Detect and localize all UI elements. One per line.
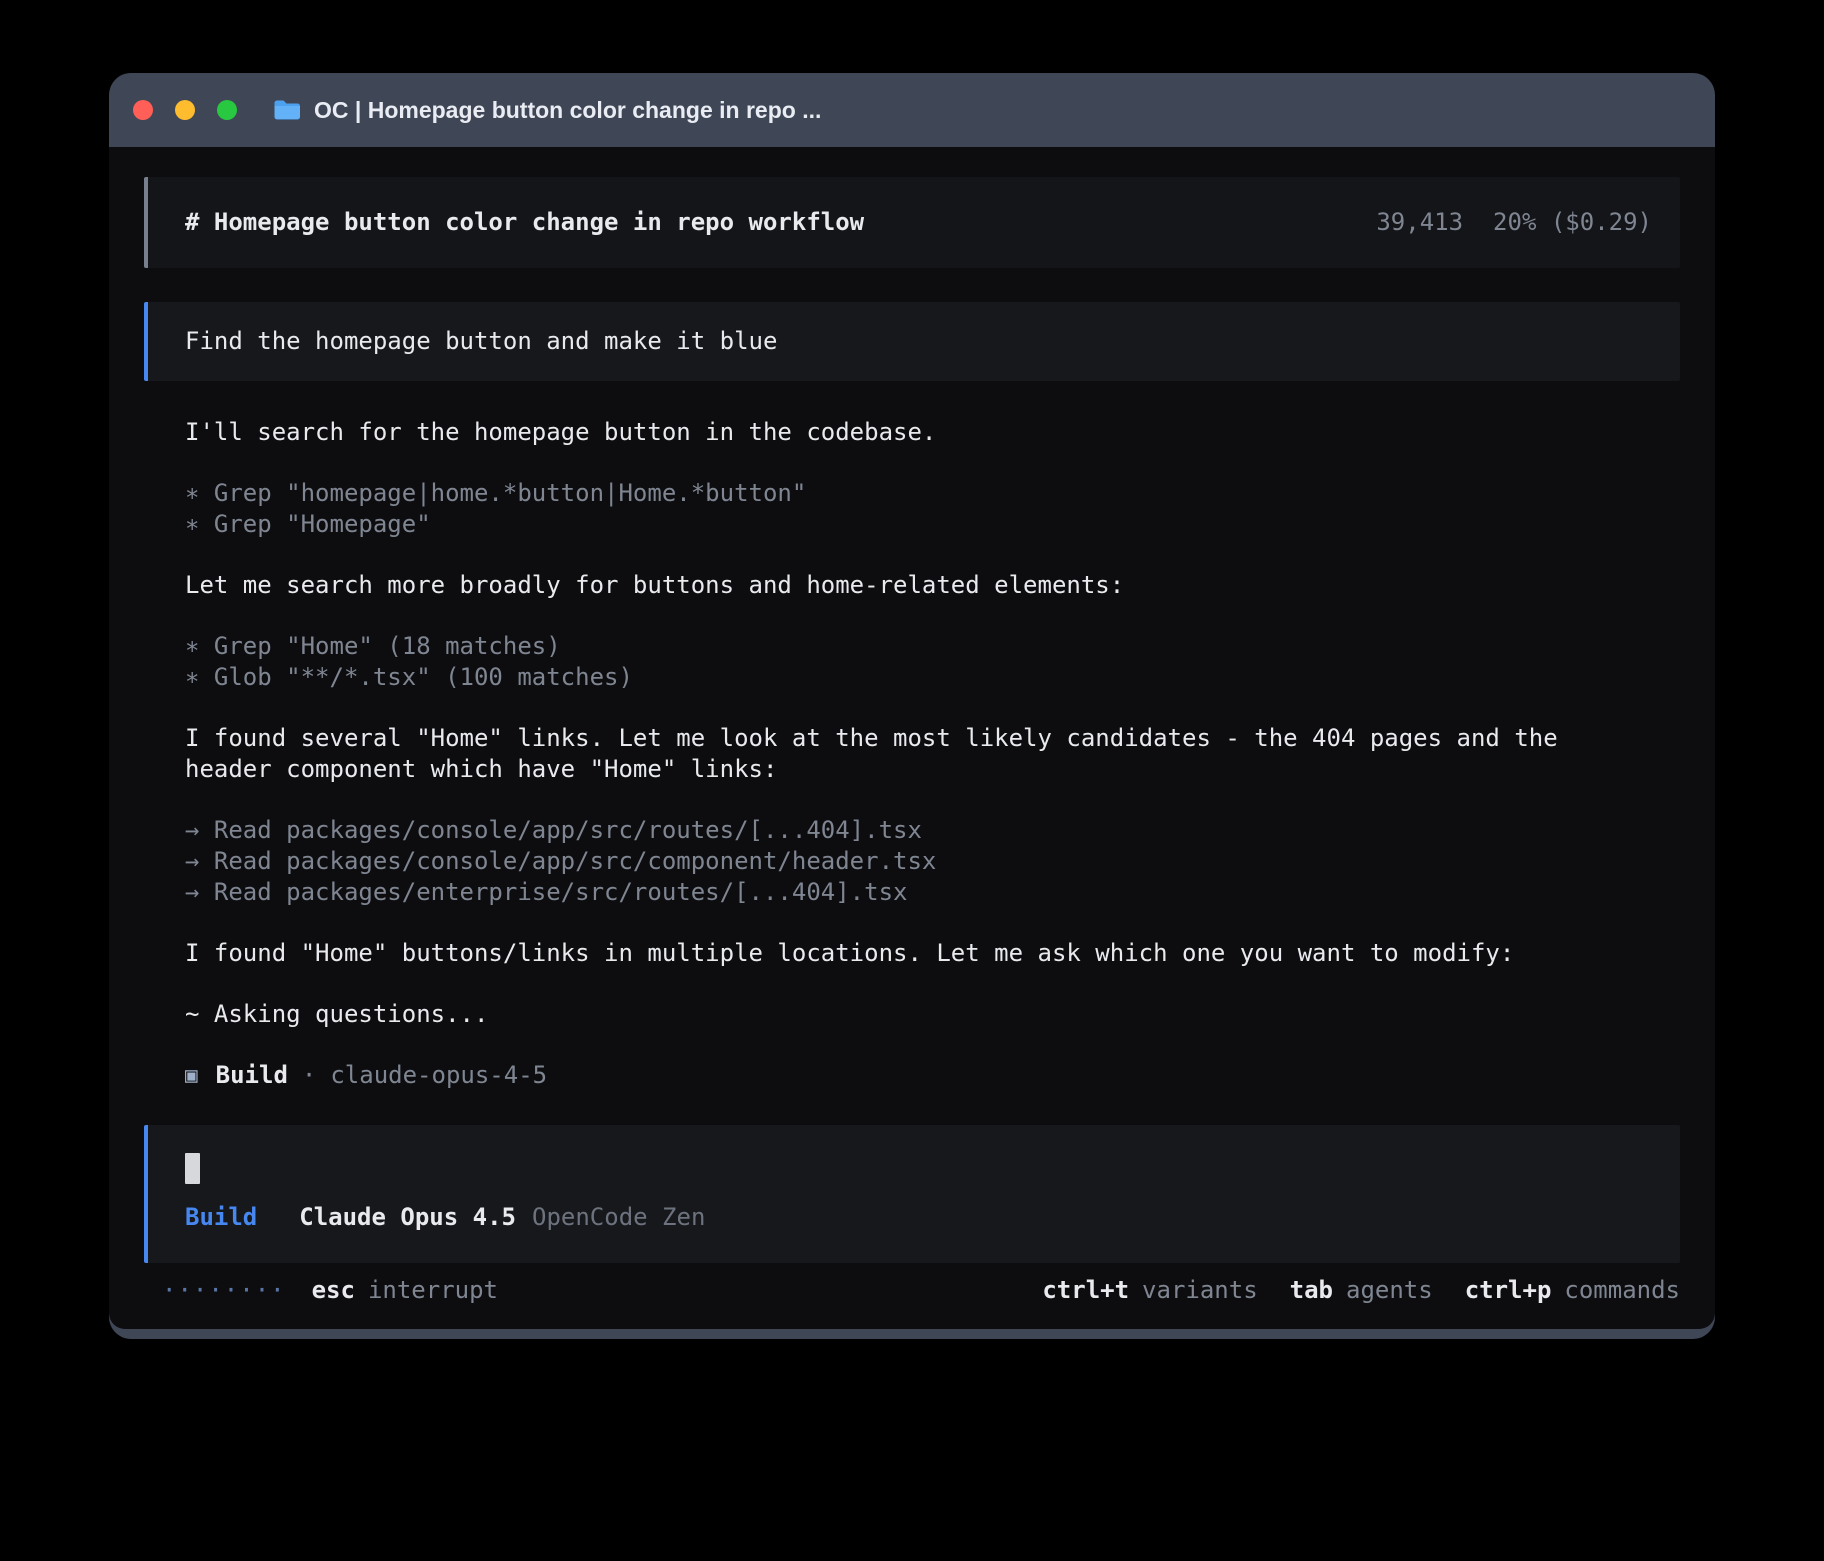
assistant-status-text: ~ Asking questions... [185, 999, 1615, 1030]
agent-indicator: ▣ Build · claude-opus-4-5 [185, 1060, 1680, 1091]
status-bar: ········ esc interrupt ctrl+t variants t… [144, 1275, 1680, 1306]
close-button[interactable] [133, 100, 153, 120]
tool-call-group: ∗ Grep "Home" (18 matches) ∗ Glob "**/*.… [185, 631, 1680, 693]
folder-icon [273, 99, 300, 121]
esc-key-hint: esc [312, 1275, 355, 1306]
tool-call-line: ∗ Grep "homepage|home.*button|Home.*butt… [185, 478, 1680, 509]
assistant-text: I'll search for the homepage button in t… [185, 417, 1615, 448]
session-header: # Homepage button color change in repo w… [144, 177, 1680, 268]
input-meta-row: Build Claude Opus 4.5 OpenCode Zen [185, 1202, 1643, 1233]
tool-call-group: ∗ Grep "homepage|home.*button|Home.*butt… [185, 478, 1680, 540]
tool-call-line: ∗ Glob "**/*.tsx" (100 matches) [185, 662, 1680, 693]
zoom-button[interactable] [217, 100, 237, 120]
shortcut-label: agents [1346, 1275, 1433, 1306]
tool-call-line: ∗ Grep "Homepage" [185, 509, 1680, 540]
user-message: Find the homepage button and make it blu… [144, 302, 1680, 381]
assistant-text: Let me search more broadly for buttons a… [185, 570, 1615, 601]
agent-model: claude-opus-4-5 [330, 1060, 547, 1091]
input-model-name: Claude Opus 4.5 [299, 1202, 516, 1233]
interrupt-label: interrupt [368, 1275, 498, 1306]
session-stats: 39,413 20% ($0.29) [1376, 207, 1652, 238]
status-left: ········ esc interrupt [162, 1275, 498, 1306]
terminal-content: # Homepage button color change in repo w… [109, 147, 1715, 1329]
agent-name: Build [216, 1060, 288, 1091]
window-title: OC | Homepage button color change in rep… [314, 97, 821, 124]
spinner-dots: ········ [162, 1275, 286, 1306]
input-provider-name: OpenCode Zen [532, 1202, 705, 1233]
text-cursor [185, 1153, 200, 1184]
assistant-text: I found several "Home" links. Let me loo… [185, 723, 1615, 785]
tool-call-line: → Read packages/console/app/src/routes/[… [185, 815, 1680, 846]
context-usage: 20% ($0.29) [1493, 207, 1652, 238]
dot-separator: · [302, 1060, 316, 1091]
prompt-input[interactable]: Build Claude Opus 4.5 OpenCode Zen [144, 1125, 1680, 1263]
tool-call-line: → Read packages/enterprise/src/routes/[.… [185, 877, 1680, 908]
token-count: 39,413 [1376, 207, 1463, 238]
session-title: # Homepage button color change in repo w… [185, 207, 864, 238]
titlebar: OC | Homepage button color change in rep… [109, 73, 1715, 147]
shortcut-key: ctrl+p [1465, 1275, 1552, 1306]
minimize-button[interactable] [175, 100, 195, 120]
status-right: ctrl+t variants tab agents ctrl+p comman… [1042, 1275, 1680, 1306]
shortcut-commands: ctrl+p commands [1465, 1275, 1680, 1306]
tool-call-line: ∗ Grep "Home" (18 matches) [185, 631, 1680, 662]
agent-part-icon: ▣ [185, 1060, 198, 1091]
traffic-lights [133, 100, 237, 120]
tool-call-group: → Read packages/console/app/src/routes/[… [185, 815, 1680, 908]
shortcut-key: tab [1290, 1275, 1333, 1306]
terminal-window: OC | Homepage button color change in rep… [109, 73, 1715, 1339]
shortcut-key: ctrl+t [1042, 1275, 1129, 1306]
shortcut-agents: tab agents [1290, 1275, 1433, 1306]
shortcut-variants: ctrl+t variants [1042, 1275, 1257, 1306]
user-message-text: Find the homepage button and make it blu… [185, 327, 777, 355]
shortcut-label: commands [1564, 1275, 1680, 1306]
shortcut-label: variants [1142, 1275, 1258, 1306]
assistant-text: I found "Home" buttons/links in multiple… [185, 938, 1615, 969]
tool-call-line: → Read packages/console/app/src/componen… [185, 846, 1680, 877]
input-mode-badge: Build [185, 1202, 257, 1233]
